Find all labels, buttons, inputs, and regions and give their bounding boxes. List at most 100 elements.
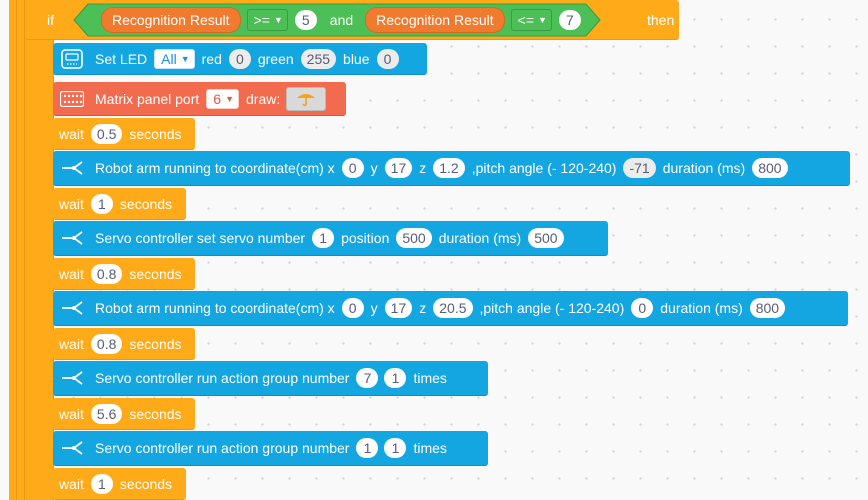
arm-duration-value[interactable]: 800 <box>752 158 788 178</box>
arm-label: Robot arm running to coordinate(cm) x <box>95 300 335 316</box>
matrix-panel-block[interactable]: Matrix panel port 6 ▼ draw: <box>53 82 346 116</box>
wait-block[interactable]: wait 1 seconds <box>53 188 186 220</box>
robot-arm-icon <box>57 223 87 253</box>
recognition-result-left[interactable]: Recognition Result <box>101 7 241 33</box>
red-value[interactable]: 0 <box>228 48 251 69</box>
pitch-label: ,pitch angle (- 120-240) <box>471 160 617 176</box>
action-group-block[interactable]: Servo controller run action group number… <box>53 431 488 466</box>
arm-duration-value[interactable]: 800 <box>749 298 786 318</box>
robot-arm-block[interactable]: Robot arm running to coordinate(cm) x 0 … <box>53 291 848 326</box>
led-target-dropdown[interactable]: All ▼ <box>154 48 195 69</box>
red-label: red <box>201 50 222 67</box>
matrix-port-dropdown[interactable]: 6 ▼ <box>206 88 239 109</box>
nested-loop-stripe <box>17 0 25 500</box>
duration-label: duration (ms) <box>660 300 743 316</box>
action-group-value[interactable]: 7 <box>356 368 379 388</box>
wait-value[interactable]: 0.8 <box>90 263 123 284</box>
wait-value[interactable]: 1 <box>90 473 113 494</box>
and-condition-content: Recognition Result >= ▼ 5 and Recognition… <box>99 4 584 36</box>
value-left[interactable]: 5 <box>294 10 317 30</box>
if-block-header[interactable]: if Recognition Result >= ▼ 5 and Recognit… <box>25 0 679 40</box>
seconds-label: seconds <box>129 405 182 422</box>
blue-value[interactable]: 0 <box>376 48 399 69</box>
if-block-stripe <box>25 0 54 500</box>
draw-label: draw: <box>246 90 281 107</box>
action-times-value[interactable]: 1 <box>384 368 407 388</box>
servo-duration-label: duration (ms) <box>438 230 522 246</box>
arm-pitch-value[interactable]: 0 <box>631 298 654 318</box>
wait-label: wait <box>59 405 84 422</box>
seconds-label: seconds <box>129 265 182 282</box>
wait-label: wait <box>59 475 84 492</box>
op-left-label: >= <box>253 12 270 28</box>
robot-arm-block[interactable]: Robot arm running to coordinate(cm) x 0 … <box>53 151 850 186</box>
wait-value[interactable]: 0.5 <box>90 123 123 144</box>
op-dropdown-right[interactable]: <= ▼ <box>510 9 552 31</box>
led-icon <box>57 44 87 74</box>
action-group-block[interactable]: Servo controller run action group number… <box>53 361 488 396</box>
wait-block[interactable]: wait 0.5 seconds <box>53 118 195 150</box>
wait-label: wait <box>59 265 84 282</box>
arm-z-value[interactable]: 1.2 <box>433 158 465 178</box>
seconds-label: seconds <box>119 475 173 492</box>
led-target-value: All <box>161 50 177 67</box>
value-right[interactable]: 7 <box>558 10 581 30</box>
green-value[interactable]: 255 <box>300 48 337 69</box>
arm-y-value[interactable]: 17 <box>384 298 413 318</box>
arm-z-value[interactable]: 20.5 <box>433 298 473 318</box>
action-times-value[interactable]: 1 <box>384 438 407 458</box>
arm-x-value[interactable]: 0 <box>341 158 364 178</box>
arm-label: Robot arm running to coordinate(cm) x <box>95 160 335 176</box>
if-label: if <box>47 11 54 28</box>
servo-position-value[interactable]: 500 <box>396 228 432 248</box>
position-label: position <box>341 230 390 246</box>
servo-set-label: Servo controller set servo number <box>95 230 306 246</box>
blue-label: blue <box>343 50 370 67</box>
arm-y-value[interactable]: 17 <box>384 158 413 178</box>
arm-x-value[interactable]: 0 <box>341 298 364 318</box>
servo-number-value[interactable]: 1 <box>312 228 335 248</box>
left-compare[interactable]: Recognition Result >= ▼ 5 <box>99 7 320 33</box>
matrix-icon <box>57 84 87 114</box>
servo-set-block[interactable]: Servo controller set servo number 1 posi… <box>53 221 608 256</box>
wait-block[interactable]: wait 0.8 seconds <box>53 328 195 360</box>
matrix-port-value: 6 <box>213 90 222 107</box>
robot-arm-icon <box>57 153 87 183</box>
then-label: then <box>647 11 675 28</box>
recognition-result-right[interactable]: Recognition Result <box>365 7 505 33</box>
seconds-label: seconds <box>129 335 182 352</box>
set-led-label: Set LED <box>95 50 148 67</box>
action-label: Servo controller run action group number <box>95 440 350 456</box>
right-compare[interactable]: Recognition Result <= ▼ 7 <box>363 7 584 33</box>
wait-label: wait <box>59 125 84 142</box>
robot-arm-icon <box>57 293 87 323</box>
servo-duration-value[interactable]: 500 <box>528 228 564 248</box>
wait-label: wait <box>59 335 84 352</box>
arm-pitch-value[interactable]: -71 <box>623 158 656 178</box>
action-label: Servo controller run action group number <box>95 370 350 386</box>
wait-value[interactable]: 1 <box>90 193 113 214</box>
wait-value[interactable]: 5.6 <box>90 403 123 424</box>
chevron-down-icon: ▼ <box>180 53 190 64</box>
chevron-down-icon: ▼ <box>273 15 283 25</box>
matrix-draw-picker[interactable] <box>286 86 327 111</box>
wait-value[interactable]: 0.8 <box>90 333 123 354</box>
op-dropdown-left[interactable]: >= ▼ <box>246 9 288 31</box>
umbrella-icon <box>297 93 316 106</box>
wait-block[interactable]: wait 5.6 seconds <box>53 398 195 430</box>
times-label: times <box>413 370 447 386</box>
duration-label: duration (ms) <box>662 160 746 176</box>
and-label: and <box>329 12 354 28</box>
wait-block[interactable]: wait 1 seconds <box>53 468 186 500</box>
robot-arm-icon <box>57 363 87 393</box>
set-led-block[interactable]: Set LED All ▼ red 0 green 255 blue 0 <box>53 43 427 75</box>
z-label: z <box>419 300 427 316</box>
times-label: times <box>413 440 447 456</box>
action-group-value[interactable]: 1 <box>356 438 379 458</box>
wait-block[interactable]: wait 0.8 seconds <box>53 258 195 290</box>
z-label: z <box>419 160 427 176</box>
y-label: y <box>370 300 378 316</box>
seconds-label: seconds <box>119 195 173 212</box>
chevron-down-icon: ▼ <box>225 93 234 104</box>
green-label: green <box>257 50 294 67</box>
